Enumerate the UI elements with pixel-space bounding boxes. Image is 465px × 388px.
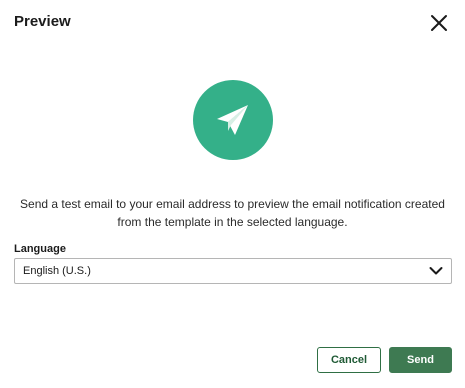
hero-circle	[193, 80, 273, 160]
cancel-button[interactable]: Cancel	[317, 347, 381, 373]
send-button[interactable]: Send	[389, 347, 452, 373]
language-select-value: English (U.S.)	[23, 265, 91, 277]
paper-plane-icon	[217, 105, 248, 135]
close-button[interactable]	[427, 11, 451, 35]
preview-dialog: Preview Send a test email to your email …	[0, 0, 465, 388]
dialog-footer: Cancel Send	[317, 347, 452, 373]
language-select[interactable]: English (U.S.)	[14, 258, 452, 284]
language-label: Language	[14, 243, 66, 255]
dialog-header: Preview	[14, 12, 451, 36]
dialog-title: Preview	[14, 13, 71, 30]
close-icon	[431, 15, 447, 31]
preview-description: Send a test email to your email address …	[20, 197, 445, 229]
chevron-down-icon	[429, 264, 443, 278]
